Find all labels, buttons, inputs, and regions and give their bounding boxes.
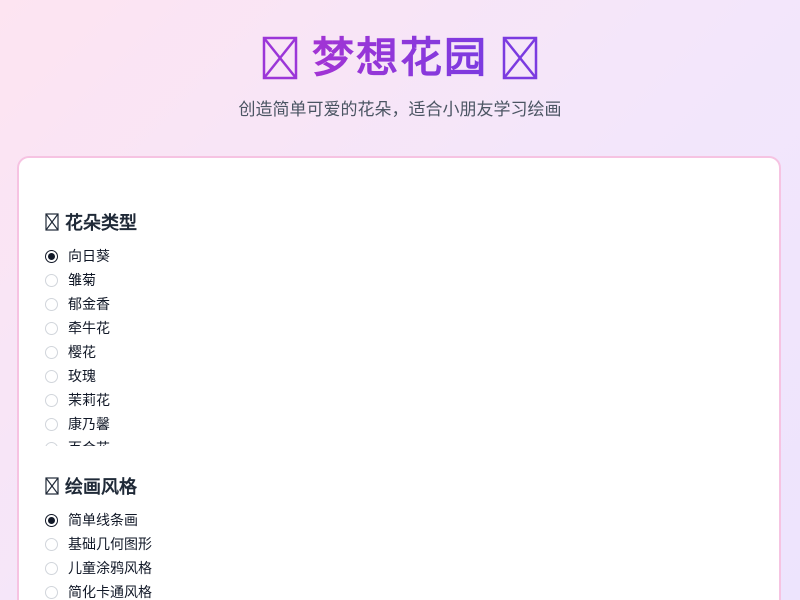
flower-option-carnation[interactable]: 康乃馨 bbox=[45, 412, 745, 436]
style-option-line-drawing[interactable]: 简单线条画 bbox=[45, 508, 745, 532]
drawing-style-title: 绘画风格 bbox=[65, 477, 137, 498]
option-label: 康乃馨 bbox=[68, 417, 110, 433]
flower-option-morning-glory[interactable]: 牵牛花 bbox=[45, 316, 745, 340]
option-label: 百合花 bbox=[68, 438, 110, 446]
flower-type-section: 花朵类型 向日葵 雏菊 郁金香 牵牛花 樱花 玫瑰 茉莉花 康乃馨 百合花 bbox=[45, 208, 745, 446]
drawing-style-heading: 绘画风格 bbox=[45, 472, 745, 500]
missing-glyph-icon bbox=[262, 36, 298, 80]
radio-button[interactable] bbox=[45, 441, 58, 446]
flower-option-lily[interactable]: 百合花 bbox=[45, 436, 745, 446]
missing-glyph-icon bbox=[502, 36, 538, 80]
drawing-style-section: 绘画风格 简单线条画 基础几何图形 儿童涂鸦风格 简化卡通风格 bbox=[45, 472, 745, 600]
flower-option-daisy[interactable]: 雏菊 bbox=[45, 268, 745, 292]
title-row: 梦想花园 bbox=[0, 26, 800, 90]
missing-glyph-icon bbox=[45, 213, 59, 231]
option-label: 基础几何图形 bbox=[68, 537, 152, 553]
option-label: 玫瑰 bbox=[68, 369, 96, 385]
flower-option-sunflower[interactable]: 向日葵 bbox=[45, 244, 745, 268]
option-label: 简化卡通风格 bbox=[68, 585, 152, 600]
drawing-style-options[interactable]: 简单线条画 基础几何图形 儿童涂鸦风格 简化卡通风格 bbox=[45, 508, 745, 600]
option-label: 儿童涂鸦风格 bbox=[68, 561, 152, 577]
page-header: 梦想花园 创造简单可爱的花朵，适合小朋友学习绘画 bbox=[0, 26, 800, 122]
flower-option-rose[interactable]: 玫瑰 bbox=[45, 364, 745, 388]
option-label: 牵牛花 bbox=[68, 321, 110, 337]
page-subtitle: 创造简单可爱的花朵，适合小朋友学习绘画 bbox=[238, 100, 562, 120]
radio-button[interactable] bbox=[45, 297, 58, 311]
radio-button[interactable] bbox=[45, 513, 58, 527]
radio-button[interactable] bbox=[45, 321, 58, 335]
option-label: 樱花 bbox=[68, 345, 96, 361]
flower-option-tulip[interactable]: 郁金香 bbox=[45, 292, 745, 316]
style-option-cartoon[interactable]: 简化卡通风格 bbox=[45, 580, 745, 600]
radio-button[interactable] bbox=[45, 561, 58, 575]
radio-button[interactable] bbox=[45, 585, 58, 599]
options-card: 花朵类型 向日葵 雏菊 郁金香 牵牛花 樱花 玫瑰 茉莉花 康乃馨 百合花 绘画… bbox=[17, 156, 781, 600]
flower-type-options[interactable]: 向日葵 雏菊 郁金香 牵牛花 樱花 玫瑰 茉莉花 康乃馨 百合花 bbox=[45, 244, 745, 446]
flower-option-cherry-blossom[interactable]: 樱花 bbox=[45, 340, 745, 364]
radio-button[interactable] bbox=[45, 249, 58, 263]
option-label: 简单线条画 bbox=[68, 513, 138, 529]
radio-button[interactable] bbox=[45, 393, 58, 407]
radio-button[interactable] bbox=[45, 273, 58, 287]
radio-button[interactable] bbox=[45, 345, 58, 359]
radio-button[interactable] bbox=[45, 417, 58, 431]
flower-type-heading: 花朵类型 bbox=[45, 208, 745, 236]
option-label: 雏菊 bbox=[68, 273, 96, 289]
radio-button[interactable] bbox=[45, 369, 58, 383]
missing-glyph-icon bbox=[45, 477, 59, 495]
radio-button[interactable] bbox=[45, 537, 58, 551]
style-option-geometric[interactable]: 基础几何图形 bbox=[45, 532, 745, 556]
option-label: 茉莉花 bbox=[68, 393, 110, 409]
option-label: 郁金香 bbox=[68, 297, 110, 313]
option-label: 向日葵 bbox=[68, 249, 110, 265]
flower-option-jasmine[interactable]: 茉莉花 bbox=[45, 388, 745, 412]
style-option-doodle[interactable]: 儿童涂鸦风格 bbox=[45, 556, 745, 580]
page-title: 梦想花园 bbox=[312, 26, 488, 90]
flower-type-title: 花朵类型 bbox=[65, 213, 137, 234]
